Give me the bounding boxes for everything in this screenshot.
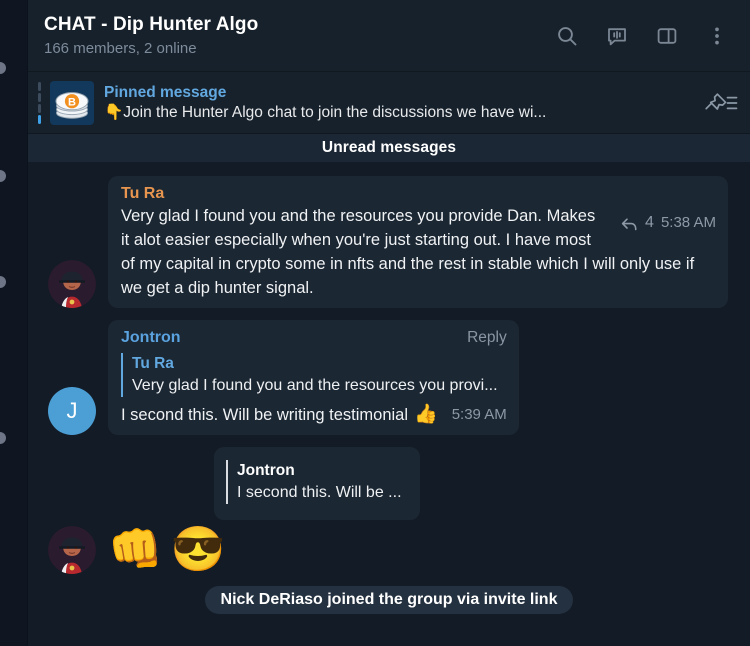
message-bubble[interactable]: Tu Ra 4 5:38 AM Very glad I found you and … (108, 176, 728, 308)
search-icon[interactable] (554, 23, 580, 49)
panel-toggle-icon[interactable] (654, 23, 680, 49)
bubble-header: Jontron Reply (121, 327, 507, 348)
emoji-reactions: 👊 😎 (108, 526, 226, 574)
service-message: Nick DeRiaso joined the group via invite… (204, 586, 574, 614)
thumbs-up-emoji: 👍 (414, 404, 438, 425)
quoted-message[interactable]: Tu Ra Very glad I found you and the reso… (121, 353, 507, 397)
chat-main: CHAT - Dip Hunter Algo 166 members, 2 on… (28, 0, 750, 646)
message-meta: 4 5:38 AM (621, 214, 716, 232)
pinned-thumbnail[interactable]: B (50, 80, 94, 125)
rail-nub[interactable] (0, 170, 6, 182)
pin-step-active (38, 114, 41, 124)
bubble-header: Tu Ra (121, 183, 716, 204)
fist-bump-emoji[interactable]: 👊 (108, 526, 163, 574)
quoted-reply-bubble[interactable]: Jontron I second this. Will be ... (214, 447, 420, 520)
message-item: Jontron I second this. Will be ... 👊 😎 (48, 447, 730, 574)
message-list: Tu Ra 4 5:38 AM Very glad I found you and … (28, 162, 750, 646)
message-bubble[interactable]: Jontron Reply Tu Ra Very glad I found yo… (108, 320, 519, 435)
more-options-icon[interactable] (704, 23, 730, 49)
header-titles: CHAT - Dip Hunter Algo 166 members, 2 on… (44, 13, 554, 59)
message-item: J Jontron Reply Tu Ra Very glad I found … (48, 320, 730, 435)
quoted-text: Very glad I found you and the resources … (132, 377, 498, 394)
quoted-message[interactable]: Jontron I second this. Will be ... (226, 460, 402, 504)
message-text: I second this. Will be writing testimoni… (121, 403, 507, 427)
pixel-art-avatar-icon (48, 260, 96, 308)
pinned-message-bar[interactable]: B Pinned message 👇Join the Hunter Algo c… (28, 72, 750, 134)
pin-step (38, 103, 41, 113)
pinned-label: Pinned message (104, 83, 227, 101)
rail-nub[interactable] (0, 432, 6, 444)
reply-button[interactable]: Reply (467, 329, 507, 347)
message-time: 5:39 AM (451, 406, 507, 423)
avatar[interactable] (48, 526, 96, 574)
left-rail (0, 0, 28, 646)
avatar[interactable] (48, 260, 96, 308)
message-text: 4 5:38 AM Very glad I found you and the re… (121, 204, 716, 300)
rail-nub[interactable] (0, 62, 6, 74)
voice-chat-icon[interactable] (604, 23, 630, 49)
message-time: 5:38 AM (660, 214, 716, 231)
pin-step (38, 92, 41, 102)
header-actions (554, 23, 736, 49)
message-item: Tu Ra 4 5:38 AM Very glad I found you and … (48, 176, 730, 308)
sunglasses-emoji[interactable]: 😎 (171, 526, 226, 574)
quoted-sender: Tu Ra (132, 355, 174, 372)
message-sender[interactable]: Tu Ra (121, 183, 716, 204)
svg-text:B: B (68, 97, 76, 109)
page-title: CHAT - Dip Hunter Algo (44, 13, 259, 35)
chat-header: CHAT - Dip Hunter Algo 166 members, 2 on… (28, 0, 750, 72)
pinned-text: Pinned message 👇Join the Hunter Algo cha… (104, 83, 696, 123)
pixel-art-avatar-icon (48, 526, 96, 574)
chat-app: CHAT - Dip Hunter Algo 166 members, 2 on… (0, 0, 750, 646)
message-body: I second this. Will be writing testimoni… (121, 406, 409, 424)
reply-arrow-icon (621, 217, 637, 230)
pin-step (38, 81, 41, 91)
pinned-step-indicator (38, 81, 41, 124)
member-count: 166 members, 2 online (44, 39, 197, 57)
pinned-snippet: 👇Join the Hunter Algo chat to join the d… (104, 103, 547, 121)
message-sender[interactable]: Jontron (121, 327, 451, 348)
pin-list-icon (705, 92, 738, 110)
unread-divider: Unread messages (28, 134, 750, 162)
service-message-row: Nick DeRiaso joined the group via invite… (48, 586, 730, 614)
quoted-sender: Jontron (237, 462, 295, 479)
avatar[interactable]: J (48, 387, 96, 435)
message-body: Very glad I found you and the resources … (121, 207, 699, 297)
reply-count: 4 (645, 214, 654, 231)
quoted-text: I second this. Will be ... (237, 484, 402, 501)
bitcoin-coin-stack-icon: B (55, 92, 89, 120)
rail-nub[interactable] (0, 276, 6, 288)
pinned-list-button[interactable] (696, 92, 738, 114)
reaction-message-stack: Jontron I second this. Will be ... 👊 😎 (108, 447, 420, 574)
